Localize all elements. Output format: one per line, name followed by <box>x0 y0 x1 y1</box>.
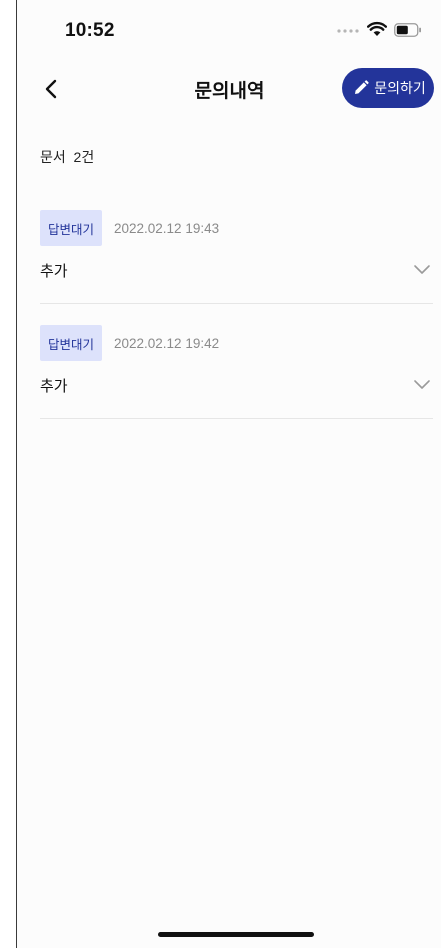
app-screen: 10:52 문의내역 문의하기 문서 2건 답변대기 2022.02.12 19… <box>16 0 441 948</box>
inquiry-item[interactable]: 답변대기 2022.02.12 19:43 추가 <box>40 210 433 304</box>
battery-icon <box>394 23 421 37</box>
inquiry-list: 답변대기 2022.02.12 19:43 추가 답변대기 2022.02.12… <box>40 210 433 440</box>
wifi-icon <box>367 21 387 36</box>
inquiry-date: 2022.02.12 19:42 <box>114 336 220 351</box>
inquiry-item[interactable]: 답변대기 2022.02.12 19:42 추가 <box>40 325 433 419</box>
status-time: 10:52 <box>65 20 115 41</box>
status-badge: 답변대기 <box>40 210 103 246</box>
pencil-icon <box>355 80 369 94</box>
inquiry-count: 문서 2건 <box>40 149 95 165</box>
inquire-button-label: 문의하기 <box>374 80 426 96</box>
inquire-button[interactable]: 문의하기 <box>342 68 434 108</box>
inquiry-date: 2022.02.12 19:43 <box>114 221 220 236</box>
navigation-bar: 문의내역 문의하기 <box>17 64 441 116</box>
chevron-down-icon[interactable] <box>413 263 431 275</box>
status-badge: 답변대기 <box>40 325 103 361</box>
inquiry-title: 추가 <box>40 263 68 280</box>
home-indicator[interactable] <box>158 932 314 937</box>
signal-dots-icon <box>337 29 359 33</box>
chevron-down-icon[interactable] <box>413 378 431 390</box>
status-bar: 10:52 <box>17 0 441 64</box>
inquiry-title: 추가 <box>40 378 68 395</box>
